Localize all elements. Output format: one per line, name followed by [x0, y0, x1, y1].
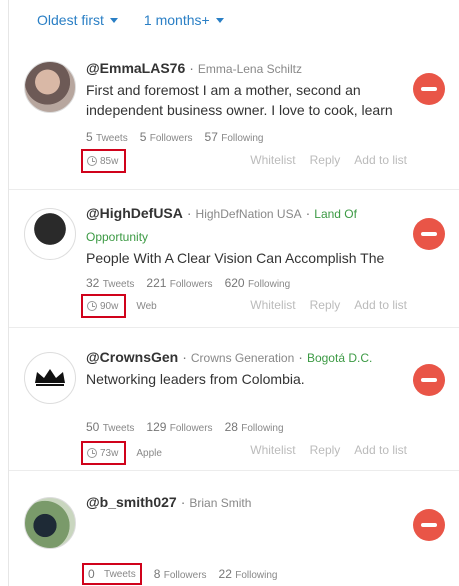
- sort-dropdown[interactable]: Oldest first: [37, 12, 118, 28]
- clock-icon: [87, 301, 97, 311]
- period-label: 1 months+: [143, 12, 210, 28]
- avatar[interactable]: [24, 61, 76, 113]
- user-location: Bogotá D.C.: [306, 351, 373, 365]
- avatar[interactable]: [24, 497, 76, 549]
- user-card: @b_smith027 · Brian Smith 0 Tweets 8 Follo…: [9, 471, 459, 586]
- user-handle[interactable]: @HighDefUSA: [86, 205, 183, 221]
- user-stats: 0 Tweets 8 Followers 22 Following: [82, 563, 278, 585]
- user-fullname: Brian Smith: [189, 496, 252, 510]
- following-count: 22: [218, 567, 232, 581]
- following-count: 57: [204, 130, 218, 144]
- user-bio: First and foremost I am a mother, second…: [86, 82, 361, 98]
- user-fullname: Emma-Lena Schiltz: [197, 62, 302, 76]
- following-count: 28: [224, 420, 238, 434]
- user-card: @HighDefUSA · HighDefNation USA · Land Of Op…: [9, 190, 459, 328]
- tweets-label: Tweets: [104, 568, 136, 580]
- user-bio-line2: independent business owner. I love to co…: [86, 102, 393, 118]
- followers-label: Followers: [169, 279, 213, 290]
- sort-label: Oldest first: [37, 12, 104, 28]
- account-age: 85w: [100, 155, 119, 167]
- reply-link[interactable]: Reply: [310, 298, 341, 312]
- user-location-line2: Opportunity: [86, 230, 149, 244]
- whitelist-link[interactable]: Whitelist: [250, 153, 295, 167]
- remove-icon[interactable]: [413, 218, 445, 250]
- card-actions: Whitelist Reply Add to list: [250, 443, 407, 457]
- whitelist-link[interactable]: Whitelist: [250, 443, 295, 457]
- user-location: Land Of: [314, 207, 357, 221]
- user-meta: 73w Apple: [81, 441, 162, 465]
- user-meta: 85w: [81, 149, 127, 173]
- remove-icon[interactable]: [413, 73, 445, 105]
- followers-count: 8: [153, 567, 161, 581]
- followers-count: 5: [139, 130, 147, 144]
- remove-icon[interactable]: [413, 364, 445, 396]
- account-age: 90w: [100, 300, 119, 312]
- caret-down-icon: [215, 18, 224, 23]
- user-fullname: Crowns Generation: [190, 351, 295, 365]
- user-handle[interactable]: @b_smith027: [86, 494, 177, 510]
- following-count: 620: [224, 276, 245, 290]
- add-to-list-link[interactable]: Add to list: [354, 153, 407, 167]
- followers-count: 221: [146, 276, 167, 290]
- tweets-count: 5: [86, 130, 93, 144]
- card-actions: Whitelist Reply Add to list: [250, 298, 407, 312]
- user-bio: Networking leaders from Colombia.: [86, 371, 305, 387]
- card-actions: Whitelist Reply Add to list: [250, 153, 407, 167]
- add-to-list-link[interactable]: Add to list: [354, 443, 407, 457]
- clock-icon: [87, 156, 97, 166]
- user-card: @EmmaLAS76 · Emma-Lena Schiltz First and f…: [9, 45, 459, 190]
- following-label: Following: [235, 570, 278, 581]
- whitelist-link[interactable]: Whitelist: [250, 298, 295, 312]
- clock-icon: [87, 448, 97, 458]
- tweets-highlight-box: 0 Tweets: [82, 563, 142, 585]
- user-card: @CrownsGen · Crowns Generation · Bogotá D.C.…: [9, 328, 459, 471]
- user-meta: 90w Web: [81, 294, 157, 318]
- followers-label: Followers: [163, 570, 207, 581]
- reply-link[interactable]: Reply: [310, 443, 341, 457]
- separator-dot: ·: [182, 349, 187, 365]
- tweets-label: Tweets: [96, 133, 128, 144]
- tweets-count: 50: [86, 420, 100, 434]
- followers-count: 129: [146, 420, 167, 434]
- separator-dot: ·: [189, 60, 194, 76]
- user-handle[interactable]: @EmmaLAS76: [86, 60, 185, 76]
- caret-down-icon: [109, 18, 118, 23]
- tweets-count: 32: [86, 276, 100, 290]
- filter-bar: Oldest first 1 months+: [37, 12, 224, 28]
- account-age-badge: 73w: [81, 441, 127, 465]
- account-age: 73w: [100, 447, 119, 459]
- tweets-label: Tweets: [102, 423, 135, 434]
- separator-dot: ·: [305, 205, 311, 221]
- tweet-source: Apple: [136, 447, 162, 459]
- followers-label: Followers: [169, 423, 213, 434]
- following-label: Following: [247, 279, 291, 290]
- followers-label: Followers: [149, 133, 193, 144]
- avatar[interactable]: [24, 352, 76, 404]
- tweet-source: Web: [136, 300, 157, 312]
- user-handle[interactable]: @CrownsGen: [86, 349, 178, 365]
- account-age-badge: 90w: [81, 294, 127, 318]
- user-bio: People With A Clear Vision Can Accomplis…: [86, 250, 385, 266]
- user-stats: 5 Tweets 5 Followers 57 Following: [86, 130, 264, 144]
- account-age-badge: 85w: [81, 149, 127, 173]
- tweets-label: Tweets: [102, 279, 135, 290]
- separator-dot: ·: [186, 205, 192, 221]
- following-label: Following: [221, 133, 264, 144]
- user-stats: 32 Tweets 221 Followers 620 Following: [86, 276, 290, 290]
- tweets-count: 0: [88, 567, 95, 581]
- following-label: Following: [241, 423, 284, 434]
- user-stats: 50 Tweets 129 Followers 28 Following: [86, 420, 284, 434]
- user-fullname: HighDefNation USA: [195, 207, 302, 221]
- add-to-list-link[interactable]: Add to list: [354, 298, 407, 312]
- crown-icon: [35, 369, 65, 386]
- remove-icon[interactable]: [413, 509, 445, 541]
- period-dropdown[interactable]: 1 months+: [144, 12, 224, 28]
- reply-link[interactable]: Reply: [310, 153, 341, 167]
- separator-dot: ·: [180, 494, 186, 510]
- separator-dot: ·: [298, 349, 303, 365]
- avatar[interactable]: [24, 208, 76, 260]
